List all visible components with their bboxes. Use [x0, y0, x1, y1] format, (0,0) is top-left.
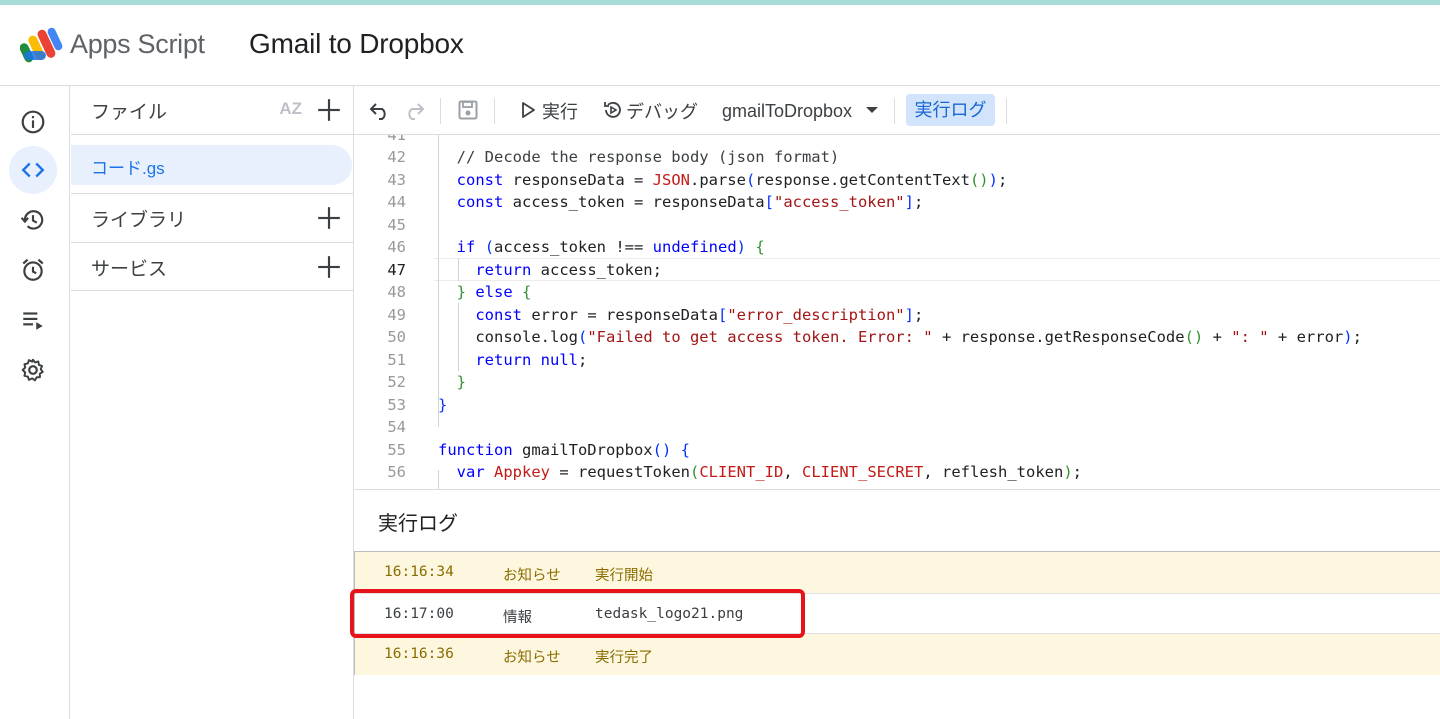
rail-history-button[interactable] — [9, 196, 57, 244]
code-editor[interactable]: 41 42 // Decode the response body (json … — [354, 135, 1440, 490]
services-label: サービス — [91, 259, 168, 280]
services-bottom-divider — [71, 290, 354, 291]
libraries-label: ライブラリ — [91, 210, 187, 231]
run-button[interactable]: 実行 — [518, 86, 584, 134]
info-icon — [21, 110, 45, 134]
code-line: 45 — [387, 216, 406, 234]
files-header-label: ファイル — [91, 102, 168, 123]
code-line: 46 if (access_token !== undefined) { — [387, 238, 765, 256]
history-icon — [20, 210, 44, 230]
nav-rail — [0, 86, 70, 719]
log-message: 実行開始 — [595, 568, 653, 584]
caret-down-icon — [866, 107, 878, 113]
play-icon — [522, 102, 535, 118]
toolbar-separator — [1006, 98, 1007, 124]
debug-button[interactable]: デバッグ — [602, 86, 704, 134]
list-play-icon — [23, 312, 43, 330]
file-item-code-gs[interactable]: コード.gs — [71, 145, 352, 185]
code-line: 57 — [354, 484, 1440, 489]
run-label: 実行 — [542, 102, 578, 122]
code-line: 53} — [387, 396, 448, 414]
editor-toolbar: 実行 デバッグ gmailToDropbox 実行ログ — [354, 86, 1440, 135]
project-title[interactable]: Gmail to Dropbox — [249, 28, 464, 60]
save-icon[interactable] — [456, 98, 480, 122]
rail-executions-button[interactable] — [9, 296, 57, 344]
app-header: Apps Script Gmail to Dropbox — [0, 5, 1440, 86]
rail-settings-button[interactable] — [9, 346, 57, 394]
code-line: 49 const error = responseData["error_des… — [387, 306, 924, 324]
redo-icon[interactable] — [402, 98, 426, 122]
app-name: Apps Script — [70, 29, 205, 59]
gear-icon — [21, 358, 44, 382]
apps-script-logo-icon[interactable] — [20, 25, 64, 65]
rail-overview-button[interactable] — [9, 98, 57, 146]
undo-icon[interactable] — [368, 98, 392, 122]
libraries-row: ライブラリ — [71, 194, 354, 242]
debug-icon — [604, 102, 621, 118]
code-line: 42 // Decode the response body (json for… — [387, 148, 840, 166]
code-line: 50 console.log("Failed to get access tok… — [387, 328, 1362, 346]
add-library-plus-icon[interactable] — [316, 205, 342, 231]
alarm-icon — [22, 258, 44, 281]
sort-az-button[interactable]: AZ — [279, 99, 302, 119]
toolbar-separator — [440, 98, 441, 124]
rail-triggers-button[interactable] — [9, 246, 57, 294]
execution-log-button[interactable]: 実行ログ — [906, 94, 995, 126]
execution-log-title: 実行ログ — [378, 513, 458, 535]
toolbar-separator — [494, 98, 495, 124]
code-line: 44 const access_token = responseData["ac… — [387, 193, 924, 211]
function-select-value: gmailToDropbox — [722, 101, 853, 121]
code-line: 52 } — [387, 373, 467, 391]
code-line: 56 var Appkey = requestToken(CLIENT_ID, … — [387, 463, 1083, 481]
code-line: 43 const responseData = JSON.parse(respo… — [387, 171, 1008, 189]
debug-label: デバッグ — [626, 102, 698, 122]
log-row: 16:16:34 お知らせ 実行開始 — [355, 552, 1440, 593]
code-line-current: 47 return access_token; — [387, 261, 662, 279]
log-level: お知らせ — [503, 568, 561, 584]
code-brackets-icon — [21, 162, 45, 178]
code-line: 55 function gmailToDropbox() { — [387, 441, 690, 459]
log-row: 16:16:36 お知らせ 実行完了 — [355, 634, 1440, 675]
rail-editor-button[interactable] — [9, 146, 57, 194]
function-select[interactable]: gmailToDropbox — [722, 86, 882, 134]
log-message: 実行完了 — [595, 650, 653, 666]
log-level: お知らせ — [503, 650, 561, 666]
add-service-plus-icon[interactable] — [316, 254, 342, 280]
log-time: 16:16:36 — [384, 646, 454, 662]
files-divider — [71, 134, 354, 135]
log-time: 16:16:34 — [384, 564, 454, 580]
code-line: 54 — [387, 418, 406, 436]
add-file-plus-icon[interactable] — [316, 97, 342, 123]
code-line: 41 — [387, 135, 406, 144]
file-item-label: コード.gs — [91, 159, 165, 178]
file-panel: ファイル AZ コード.gs ライブラリ サービス — [71, 86, 354, 719]
toolbar-separator — [894, 98, 895, 124]
code-line: 48 } else { — [387, 283, 532, 301]
annotation-highlight-box — [350, 589, 805, 638]
code-line: 51 return null; — [387, 351, 588, 369]
files-header: ファイル AZ — [71, 86, 354, 134]
services-row: サービス — [71, 243, 354, 291]
